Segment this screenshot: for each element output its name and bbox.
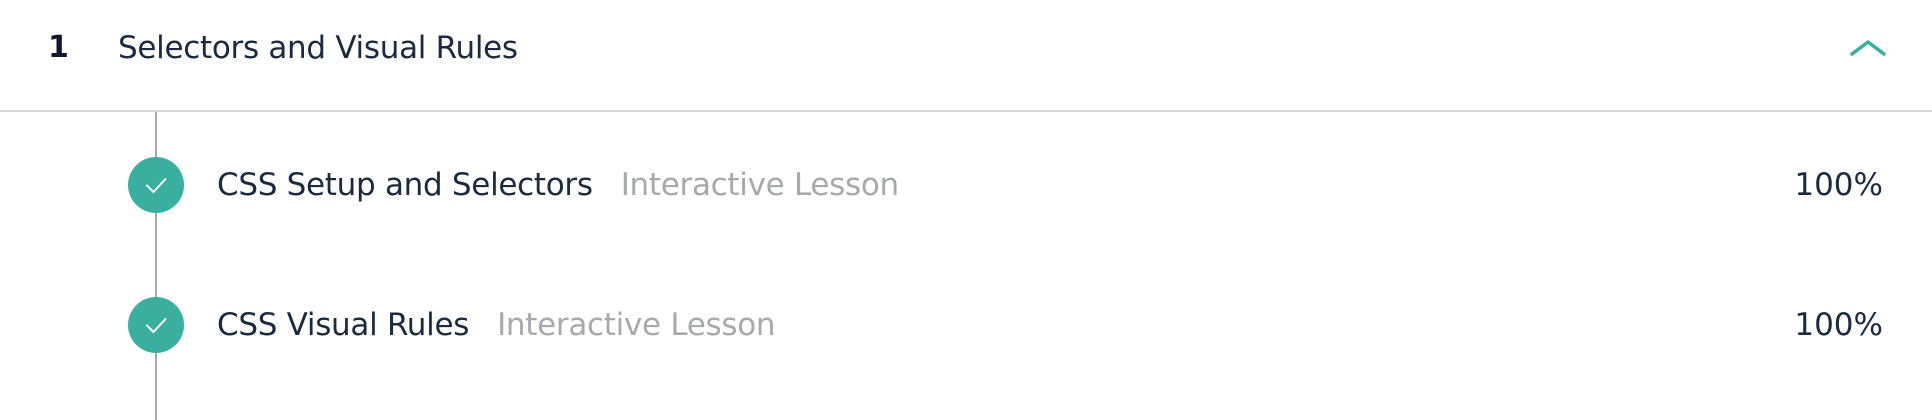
check-icon (128, 297, 184, 353)
chevron-up-icon[interactable] (1846, 34, 1890, 64)
lesson-item[interactable]: CSS Setup and Selectors Interactive Lesso… (0, 150, 1932, 220)
module-header[interactable]: 1 Selectors and Visual Rules (0, 0, 1932, 112)
module-number: 1 (48, 30, 69, 65)
lesson-progress: 100% (1794, 167, 1883, 203)
lesson-progress: 100% (1794, 307, 1883, 343)
module-panel: 1 Selectors and Visual Rules CSS Setup a… (0, 0, 1932, 420)
lesson-title[interactable]: CSS Setup and Selectors (217, 167, 593, 203)
lesson-type: Interactive Lesson (497, 307, 776, 343)
check-icon (128, 157, 184, 213)
module-title: Selectors and Visual Rules (118, 30, 518, 66)
lesson-title[interactable]: CSS Visual Rules (217, 307, 469, 343)
lesson-item[interactable]: CSS Visual Rules Interactive Lesson 100% (0, 290, 1932, 360)
lesson-type: Interactive Lesson (620, 167, 899, 203)
